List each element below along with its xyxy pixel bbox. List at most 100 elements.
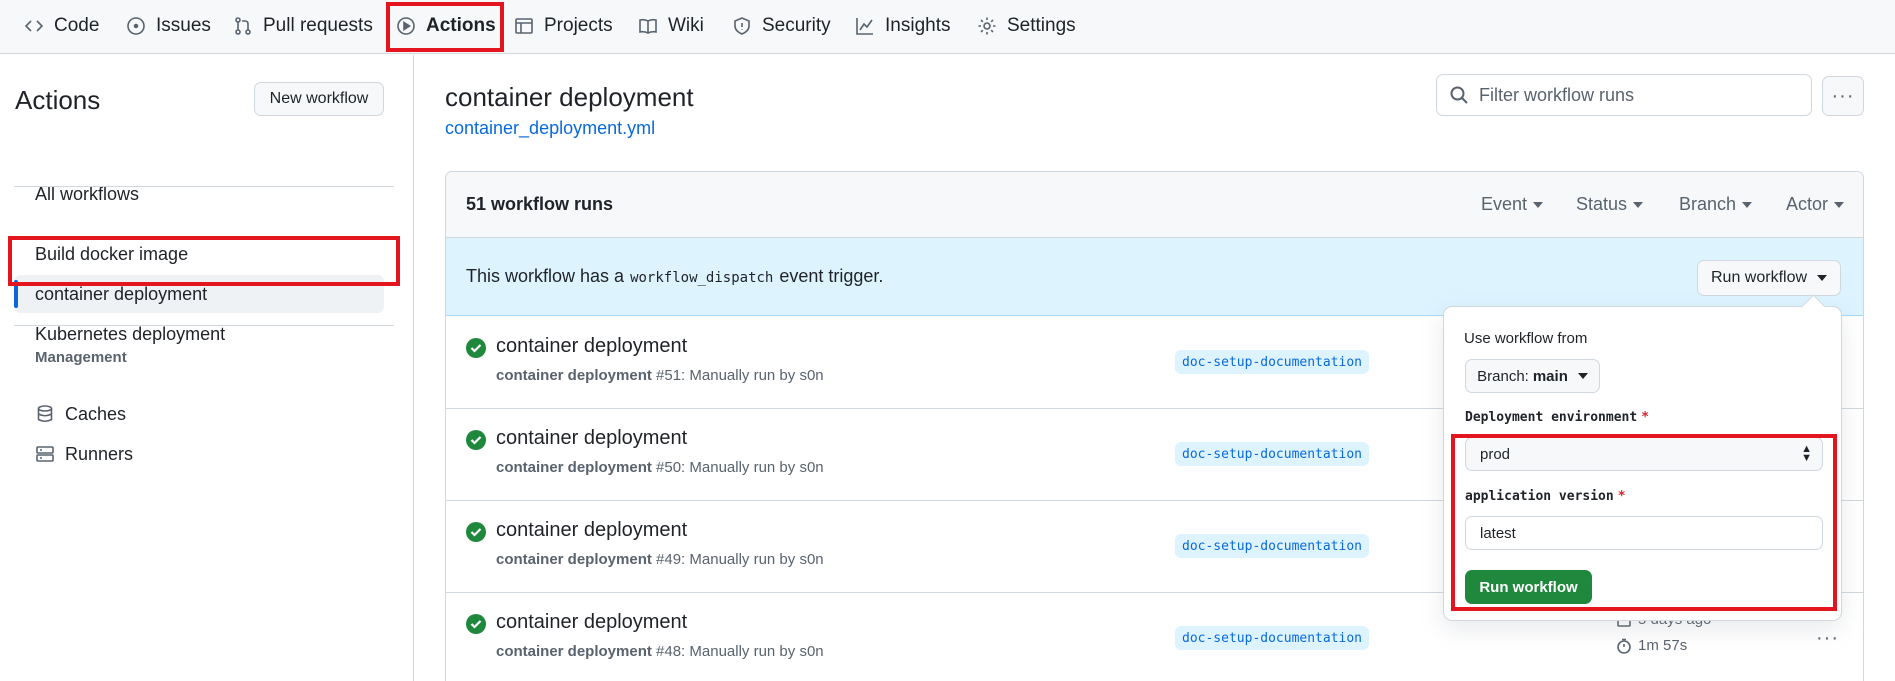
- workflow-file-link[interactable]: container_deployment.yml: [445, 118, 655, 139]
- tab-projects[interactable]: Projects: [514, 0, 613, 52]
- run-duration: 1m 57s: [1616, 637, 1687, 654]
- pull-request-icon: [235, 17, 251, 35]
- run-title[interactable]: container deployment: [496, 427, 687, 450]
- run-workflow-label: Run workflow: [1710, 269, 1808, 286]
- deployment-environment-select[interactable]: prod ▲ ▼: [1465, 437, 1823, 471]
- branch-filter[interactable]: Branch: [1679, 194, 1752, 215]
- run-detail: #49: Manually run by s0n: [656, 551, 824, 568]
- required-mark: *: [1641, 410, 1650, 425]
- run-workflow-name: container deployment: [496, 643, 652, 660]
- actions-sidebar: Actions New workflow All workflows Build…: [0, 55, 414, 681]
- sidebar-divider: [14, 186, 394, 187]
- run-detail: #50: Manually run by s0n: [656, 459, 824, 476]
- env-value: prod: [1480, 445, 1511, 463]
- branch-badge[interactable]: doc-setup-documentation: [1175, 534, 1370, 558]
- play-icon: [397, 17, 415, 35]
- branch-badge[interactable]: doc-setup-documentation: [1175, 626, 1370, 650]
- deployment-environment-label: Deployment environment *: [1465, 410, 1649, 425]
- run-workflow-dropdown: Use workflow from Branch: main Deployment…: [1443, 306, 1842, 621]
- run-workflow-name: container deployment: [496, 551, 652, 568]
- more-options-button[interactable]: ···: [1822, 76, 1864, 116]
- application-version-label: application version *: [1465, 489, 1626, 504]
- tab-label: Wiki: [668, 15, 704, 36]
- sidebar-item-container-deployment[interactable]: container deployment: [14, 275, 384, 313]
- status-filter[interactable]: Status: [1576, 194, 1643, 215]
- tab-settings[interactable]: Settings: [977, 0, 1076, 52]
- dispatch-code: workflow_dispatch: [630, 270, 774, 286]
- tab-actions[interactable]: Actions: [390, 0, 502, 52]
- tab-label: Pull requests: [263, 15, 373, 36]
- dispatch-text-after: event trigger.: [779, 266, 884, 286]
- run-subtitle: container deployment #49: Manually run b…: [496, 551, 824, 568]
- tab-wiki[interactable]: Wiki: [638, 0, 704, 52]
- env-label-text: Deployment environment: [1465, 410, 1638, 425]
- sidebar-title: Actions: [15, 85, 101, 115]
- check-circle-icon: [466, 614, 486, 634]
- tab-label: Security: [762, 15, 831, 36]
- workflow-title: container deployment: [445, 82, 694, 112]
- dispatch-text: This workflow has a workflow_dispatch even…: [466, 266, 883, 287]
- run-workflow-submit-button[interactable]: Run workflow: [1465, 570, 1592, 604]
- run-detail: #51: Manually run by s0n: [656, 367, 824, 384]
- check-circle-icon: [466, 338, 486, 358]
- filter-placeholder: Filter workflow runs: [1479, 84, 1635, 105]
- tab-label: Code: [54, 15, 100, 36]
- tab-label: Settings: [1007, 15, 1076, 36]
- runs-header: 51 workflow runs Event Status Branch Act…: [446, 172, 1863, 238]
- tab-code[interactable]: Code: [24, 0, 99, 52]
- run-title[interactable]: container deployment: [496, 611, 687, 634]
- sidebar-item-caches[interactable]: Caches: [14, 395, 384, 433]
- runs-count: 51 workflow runs: [466, 194, 614, 214]
- select-arrows-icon: ▲ ▼: [1801, 443, 1812, 464]
- sidebar-item-label: Caches: [65, 403, 127, 424]
- repo-nav: Code Issues Pull requests Actions Projec…: [0, 0, 1895, 54]
- tab-issues[interactable]: Issues: [126, 0, 211, 52]
- tab-label: Projects: [544, 15, 613, 36]
- branch-select-button[interactable]: Branch: main: [1465, 359, 1600, 393]
- search-icon: [1450, 86, 1468, 104]
- run-workflow-name: container deployment: [496, 367, 652, 384]
- run-subtitle: container deployment #50: Manually run b…: [496, 459, 824, 476]
- tab-security[interactable]: Security: [732, 0, 831, 52]
- tab-insights[interactable]: Insights: [855, 0, 950, 52]
- sidebar-item-build-docker-image[interactable]: Build docker image: [14, 235, 384, 273]
- run-title[interactable]: container deployment: [496, 335, 687, 358]
- filter-runs-input[interactable]: Filter workflow runs: [1436, 74, 1812, 116]
- required-mark: *: [1617, 489, 1626, 504]
- version-label-text: application version: [1465, 489, 1614, 504]
- tab-pull-requests[interactable]: Pull requests: [233, 0, 373, 52]
- tab-label: Insights: [885, 15, 951, 36]
- database-icon: [37, 405, 53, 423]
- run-options-button[interactable]: ···: [1816, 627, 1839, 650]
- event-filter[interactable]: Event: [1481, 194, 1543, 215]
- sidebar-item-label: Build docker image: [35, 243, 189, 264]
- tab-label: Issues: [156, 15, 211, 36]
- shield-icon: [734, 17, 750, 35]
- run-subtitle: container deployment #48: Manually run b…: [496, 643, 824, 660]
- code-icon: [24, 20, 44, 32]
- run-workflow-name: container deployment: [496, 459, 652, 476]
- check-circle-icon: [466, 522, 486, 542]
- new-workflow-button[interactable]: New workflow: [254, 82, 384, 116]
- sidebar-item-runners[interactable]: Runners: [14, 435, 384, 473]
- run-title[interactable]: container deployment: [496, 519, 687, 542]
- sidebar-item-all-workflows[interactable]: All workflows: [14, 175, 384, 213]
- sidebar-item-label: Runners: [65, 443, 134, 464]
- gear-icon: [978, 17, 996, 35]
- book-icon: [639, 18, 657, 34]
- dispatch-banner: This workflow has a workflow_dispatch even…: [446, 238, 1863, 316]
- tab-label: Actions: [426, 15, 496, 36]
- application-version-input[interactable]: latest: [1465, 516, 1823, 550]
- management-heading: Management: [35, 349, 127, 366]
- branch-badge[interactable]: doc-setup-documentation: [1175, 350, 1370, 374]
- sidebar-item-label: container deployment: [35, 283, 208, 304]
- issue-icon: [127, 17, 145, 35]
- dispatch-text-before: This workflow has a: [466, 266, 625, 286]
- check-circle-icon: [466, 430, 486, 450]
- sidebar-item-kubernetes-deployment[interactable]: Kubernetes deployment: [14, 315, 384, 353]
- use-workflow-from-label: Use workflow from: [1464, 330, 1588, 347]
- actor-filter[interactable]: Actor: [1786, 194, 1844, 215]
- run-workflow-dropdown-button[interactable]: Run workflow: [1697, 260, 1841, 296]
- branch-badge[interactable]: doc-setup-documentation: [1175, 442, 1370, 466]
- run-duration-text: 1m 57s: [1638, 637, 1688, 654]
